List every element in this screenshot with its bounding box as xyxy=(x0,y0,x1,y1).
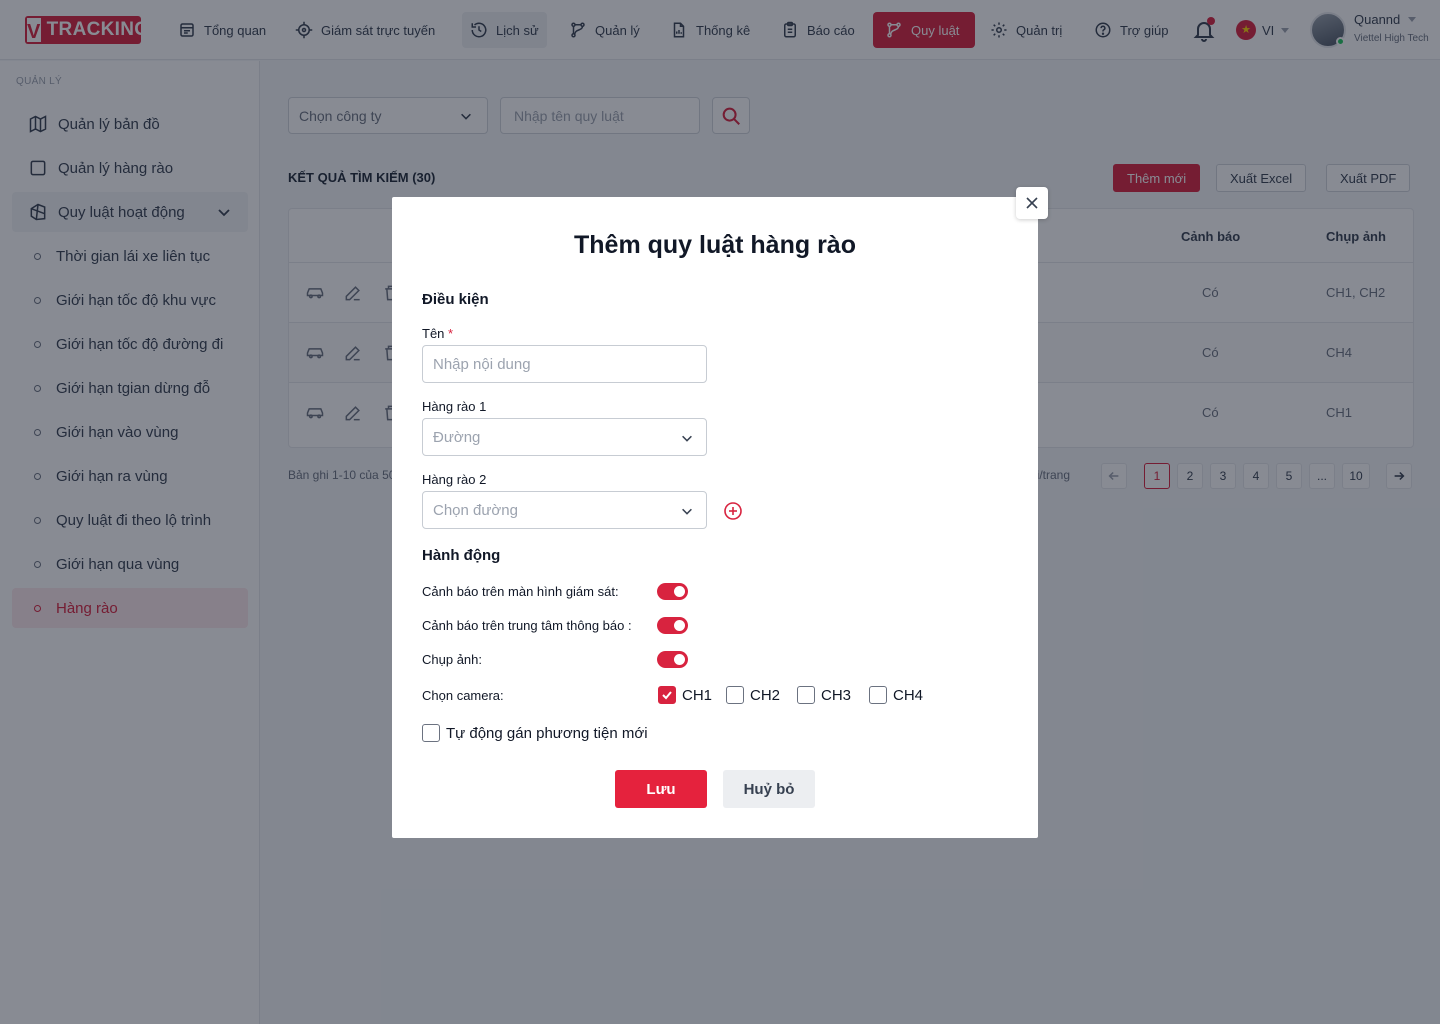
condition-section-title: Điều kiện xyxy=(422,291,489,308)
camera-option-ch4[interactable]: CH4 xyxy=(869,686,923,704)
camera-option-ch2[interactable]: CH2 xyxy=(726,686,780,704)
name-input[interactable]: Nhập nội dung xyxy=(422,345,707,383)
cancel-button[interactable]: Huỷ bỏ xyxy=(723,770,815,808)
checkbox[interactable] xyxy=(726,686,744,704)
add-fence-rule-modal: Thêm quy luật hàng rào Điều kiện Tên * N… xyxy=(392,197,1038,838)
chevron-down-icon xyxy=(682,435,692,442)
checkbox[interactable] xyxy=(869,686,887,704)
monitor-alert-toggle[interactable] xyxy=(657,583,688,600)
notification-center-alert-toggle[interactable] xyxy=(657,617,688,634)
name-label: Tên * xyxy=(422,326,454,341)
save-button[interactable]: Lưu xyxy=(615,770,707,808)
chevron-down-icon xyxy=(682,508,692,515)
close-icon xyxy=(1026,197,1038,209)
fence2-label: Hàng rào 2 xyxy=(422,472,487,487)
checkbox-checked[interactable] xyxy=(658,686,676,704)
modal-close-button[interactable] xyxy=(1016,187,1048,219)
fence1-select[interactable]: Đường xyxy=(422,418,707,456)
toggle-knob xyxy=(674,654,685,665)
checkbox[interactable] xyxy=(422,724,440,742)
photo-capture-toggle[interactable] xyxy=(657,651,688,668)
fence2-select[interactable]: Chọn đường xyxy=(422,491,707,529)
notification-center-alert-label: Cảnh báo trên trung tâm thông báo : xyxy=(422,618,632,633)
add-fence-circle-icon[interactable] xyxy=(723,501,743,521)
checkbox[interactable] xyxy=(797,686,815,704)
checkmark-icon xyxy=(662,691,672,700)
required-mark: * xyxy=(448,326,454,341)
action-section-title: Hành động xyxy=(422,547,501,564)
camera-option-ch3[interactable]: CH3 xyxy=(797,686,851,704)
fence1-label: Hàng rào 1 xyxy=(422,399,487,414)
photo-capture-label: Chụp ảnh: xyxy=(422,652,482,667)
camera-option-ch1[interactable]: CH1 xyxy=(658,686,712,704)
toggle-knob xyxy=(674,620,685,631)
modal-title: Thêm quy luật hàng rào xyxy=(574,231,856,259)
camera-select-label: Chọn camera: xyxy=(422,688,504,703)
monitor-alert-label: Cảnh báo trên màn hình giám sát: xyxy=(422,584,619,599)
toggle-knob xyxy=(674,586,685,597)
auto-assign-new-vehicle[interactable]: Tự động gán phương tiện mới xyxy=(422,724,648,742)
